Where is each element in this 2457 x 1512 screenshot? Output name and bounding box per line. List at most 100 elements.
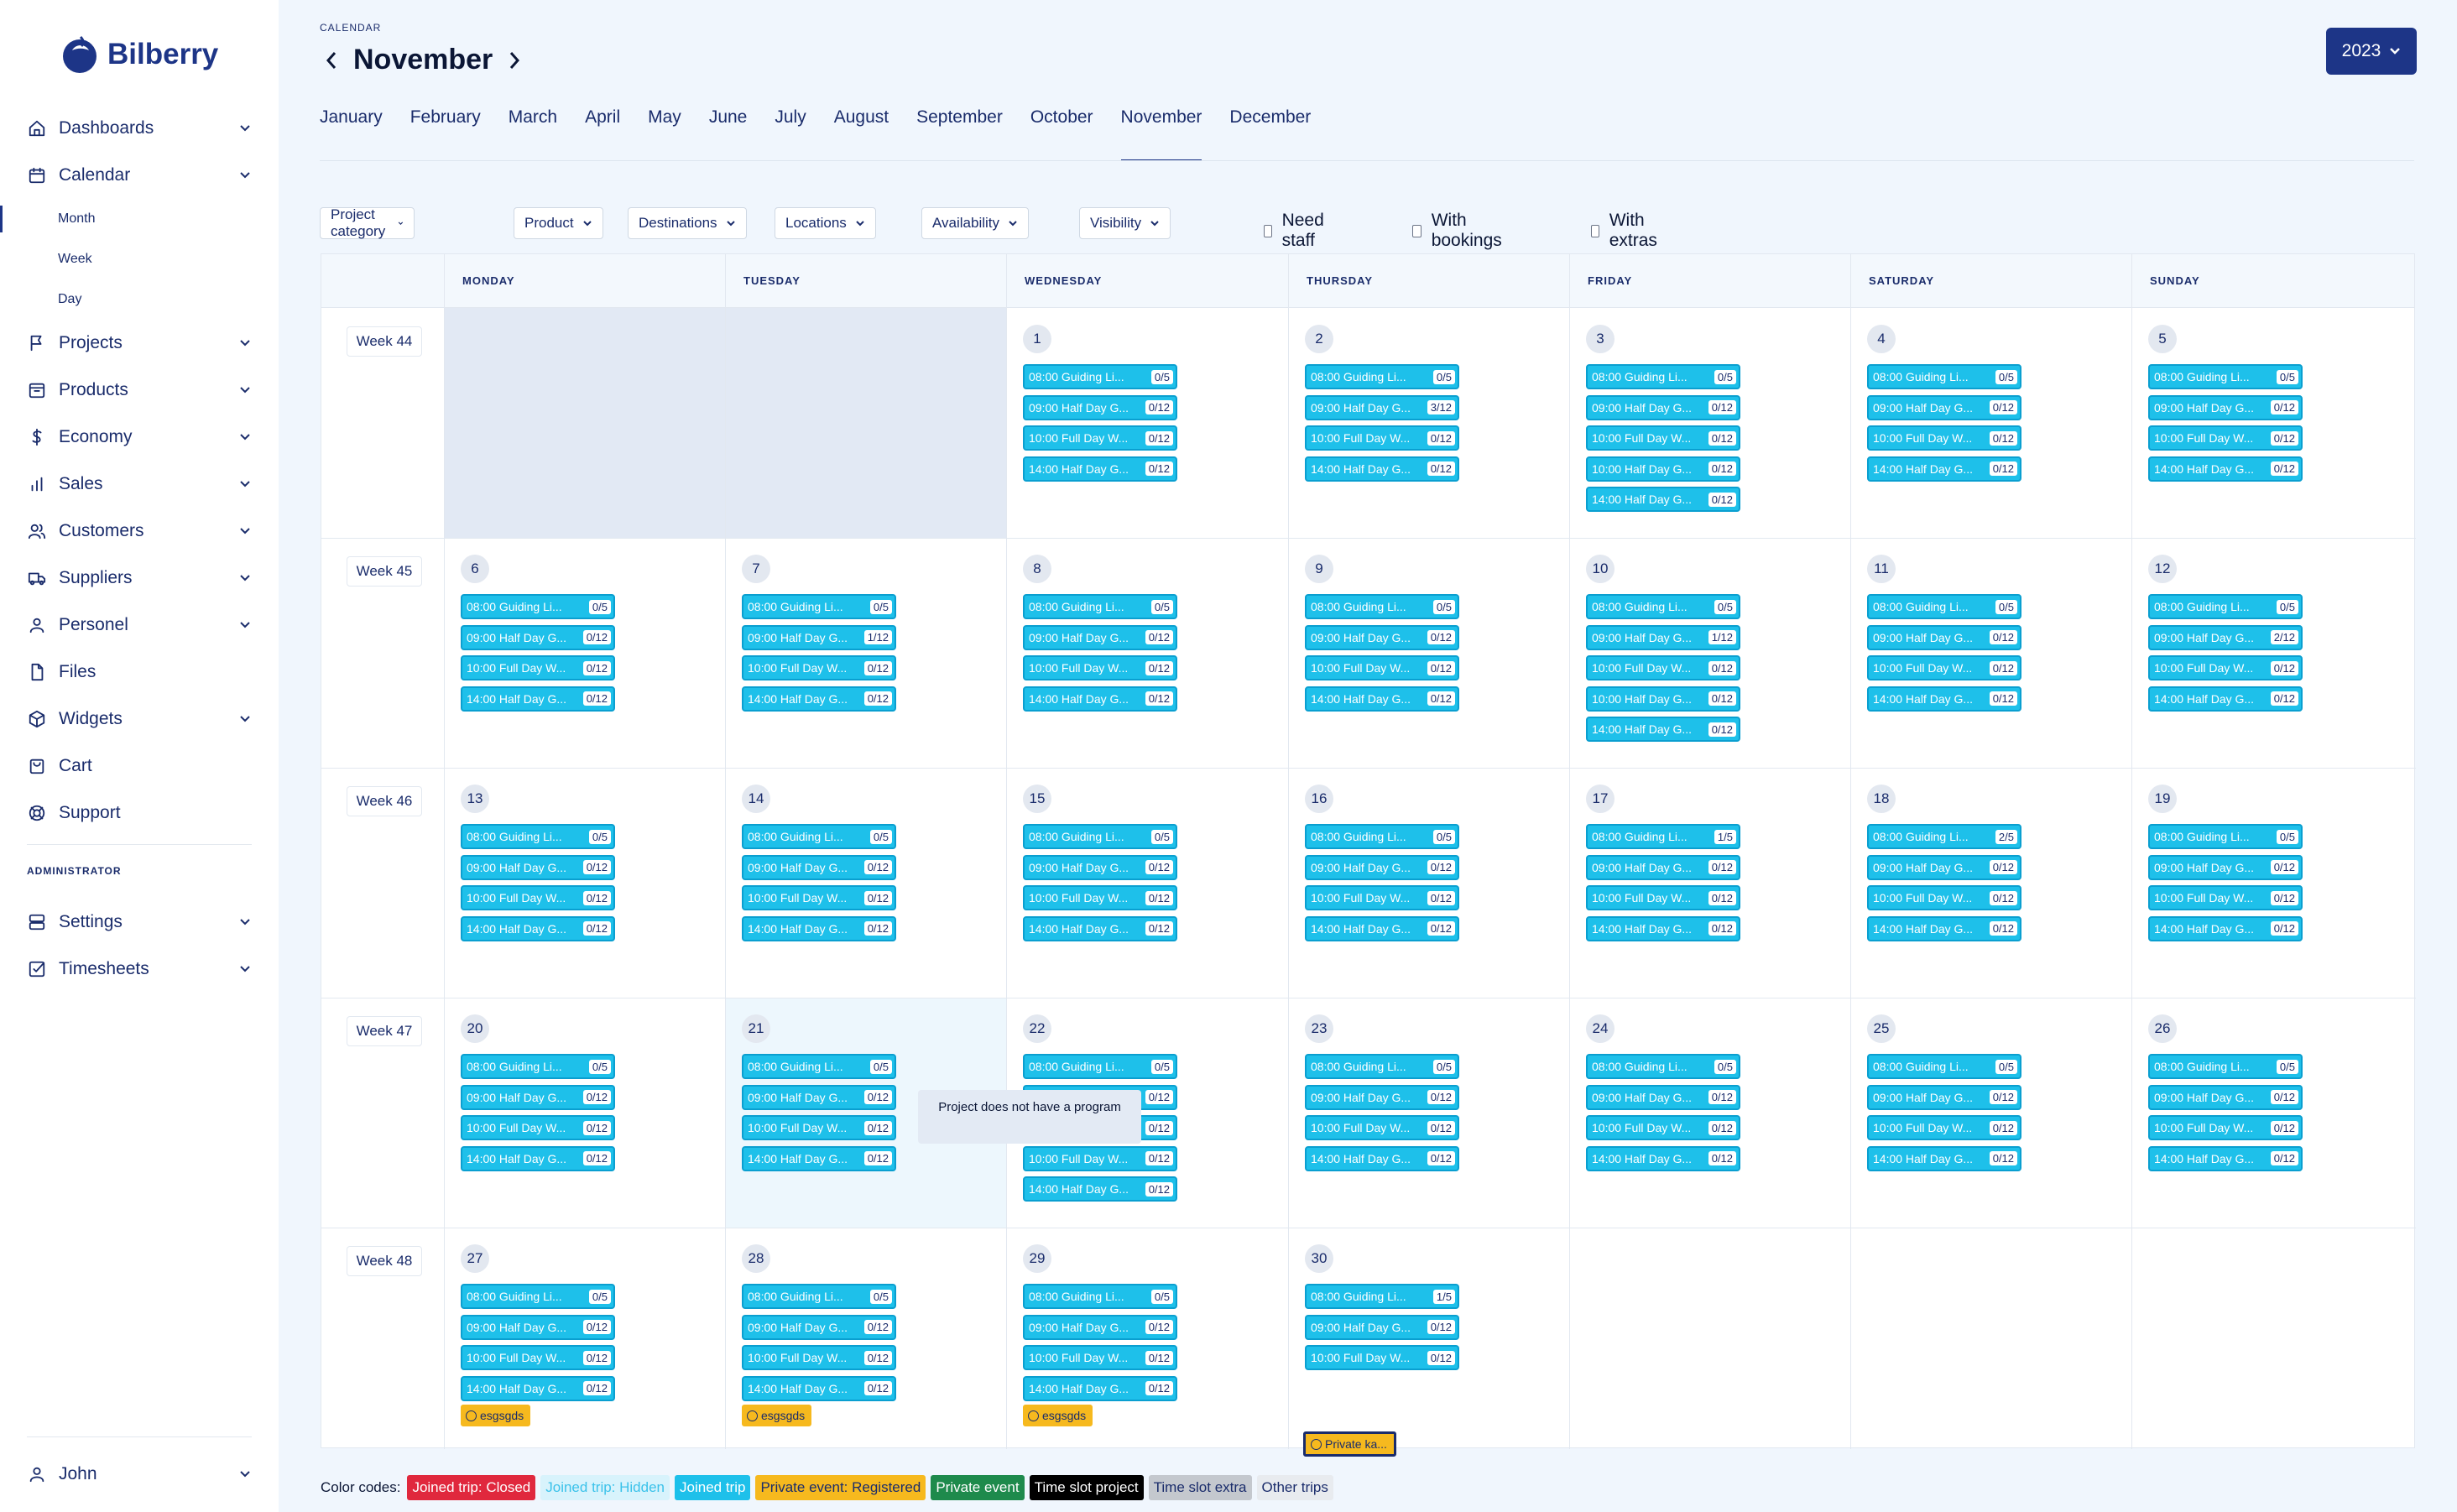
- event-chip[interactable]: 09:00 Half Day G... 0/12: [1867, 394, 2021, 420]
- event-chip[interactable]: 10:00 Full Day W... 0/12: [461, 1345, 615, 1370]
- day-number[interactable]: 13: [461, 785, 489, 813]
- event-chip[interactable]: 10:00 Full Day W... 0/12: [1305, 1115, 1459, 1140]
- event-chip[interactable]: 08:00 Guiding Li... 0/5: [1867, 364, 2021, 389]
- event-chip[interactable]: 10:00 Full Day W... 0/12: [1586, 655, 1740, 680]
- day-number[interactable]: 16: [1305, 785, 1333, 813]
- tab-april[interactable]: April: [585, 107, 620, 159]
- event-chip[interactable]: 08:00 Guiding Li... 0/5: [1586, 594, 1740, 619]
- calendar-view-week[interactable]: Week: [0, 239, 279, 279]
- day-number[interactable]: 3: [1586, 325, 1615, 353]
- event-chip[interactable]: 08:00 Guiding Li... 0/5: [461, 824, 615, 849]
- day-number[interactable]: 24: [1586, 1014, 1615, 1043]
- year-select-button[interactable]: 2023: [2326, 28, 2417, 75]
- day-number[interactable]: 21: [742, 1014, 770, 1043]
- day-cell[interactable]: 23 08:00 Guiding Li... 0/5 09:00 Half Day G…: [1288, 998, 1569, 1228]
- sidebar-item-files[interactable]: Files: [0, 649, 279, 696]
- sidebar-item-cart[interactable]: Cart: [0, 743, 279, 790]
- event-chip[interactable]: 10:00 Full Day W... 0/12: [1867, 1115, 2021, 1140]
- event-chip[interactable]: 09:00 Half Day G... 0/12: [461, 1314, 615, 1340]
- event-chip[interactable]: 14:00 Half Day G... 0/12: [1586, 1145, 1740, 1171]
- day-cell[interactable]: 27 08:00 Guiding Li... 0/5 09:00 Half Day G…: [444, 1228, 725, 1449]
- event-chip[interactable]: 09:00 Half Day G... 0/12: [1586, 394, 1740, 420]
- day-number[interactable]: 20: [461, 1014, 489, 1043]
- tab-june[interactable]: June: [709, 107, 748, 159]
- week-label[interactable]: Week 44: [347, 326, 422, 357]
- event-chip[interactable]: 14:00 Half Day G... 0/12: [1023, 1176, 1177, 1202]
- user-menu-button[interactable]: John: [0, 1451, 279, 1498]
- event-chip[interactable]: 08:00 Guiding Li... 0/5: [1023, 364, 1177, 389]
- day-cell[interactable]: 14 08:00 Guiding Li... 0/5 09:00 Half Day G…: [725, 768, 1006, 998]
- event-chip[interactable]: 14:00 Half Day G... 0/12: [461, 1375, 615, 1401]
- sidebar-item-projects[interactable]: Projects: [0, 320, 279, 367]
- event-chip[interactable]: 14:00 Half Day G... 0/12: [1023, 915, 1177, 941]
- event-chip[interactable]: 14:00 Half Day G... 0/12: [1867, 686, 2021, 712]
- day-number[interactable]: 12: [2148, 555, 2177, 583]
- event-chip[interactable]: 14:00 Half Day G... 0/12: [461, 686, 615, 712]
- day-number[interactable]: 30: [1305, 1244, 1333, 1273]
- day-cell[interactable]: 8 08:00 Guiding Li... 0/5 09:00 Half Day G.…: [1006, 538, 1288, 768]
- event-chip[interactable]: 10:00 Half Day G... 0/12: [1586, 456, 1740, 482]
- day-number[interactable]: 10: [1586, 555, 1615, 583]
- day-number[interactable]: 27: [461, 1244, 489, 1273]
- day-number[interactable]: 6: [461, 555, 489, 583]
- day-number[interactable]: 2: [1305, 325, 1333, 353]
- event-chip[interactable]: 09:00 Half Day G... 0/12: [1305, 1314, 1459, 1340]
- event-chip[interactable]: 10:00 Full Day W... 0/12: [1023, 885, 1177, 910]
- filter-visibility[interactable]: Visibility: [1079, 207, 1171, 239]
- tab-february[interactable]: February: [410, 107, 481, 159]
- day-number[interactable]: 15: [1023, 785, 1051, 813]
- day-cell[interactable]: 26 08:00 Guiding Li... 0/5 09:00 Half Day G…: [2131, 998, 2416, 1228]
- event-chip[interactable]: 08:00 Guiding Li... 0/5: [1867, 594, 2021, 619]
- calendar-view-day[interactable]: Day: [0, 279, 279, 320]
- day-cell[interactable]: 3 08:00 Guiding Li... 0/5 09:00 Half Day G.…: [1569, 308, 1850, 538]
- day-cell[interactable]: 17 08:00 Guiding Li... 1/5 09:00 Half Day G…: [1569, 768, 1850, 998]
- event-chip[interactable]: 09:00 Half Day G... 0/12: [2148, 854, 2303, 880]
- event-chip[interactable]: 10:00 Full Day W... 0/12: [1867, 425, 2021, 451]
- event-chip[interactable]: 08:00 Guiding Li... 0/5: [461, 594, 615, 619]
- day-cell[interactable]: 4 08:00 Guiding Li... 0/5 09:00 Half Day G.…: [1850, 308, 2131, 538]
- event-chip[interactable]: 08:00 Guiding Li... 0/5: [2148, 824, 2303, 849]
- day-cell[interactable]: 13 08:00 Guiding Li... 0/5 09:00 Half Day G…: [444, 768, 725, 998]
- event-chip[interactable]: 10:00 Full Day W... 0/12: [1305, 425, 1459, 451]
- event-chip[interactable]: 08:00 Guiding Li... 0/5: [2148, 1054, 2303, 1079]
- tab-october[interactable]: October: [1030, 107, 1093, 159]
- day-cell[interactable]: 15 08:00 Guiding Li... 0/5 09:00 Half Day G…: [1006, 768, 1288, 998]
- event-chip[interactable]: 10:00 Full Day W... 0/12: [742, 1115, 896, 1140]
- event-chip[interactable]: 10:00 Full Day W... 0/12: [1023, 1345, 1177, 1370]
- event-chip[interactable]: 14:00 Half Day G... 0/12: [1023, 456, 1177, 482]
- event-chip[interactable]: 10:00 Full Day W... 0/12: [461, 655, 615, 680]
- event-chip[interactable]: 14:00 Half Day G... 0/12: [1867, 915, 2021, 941]
- event-chip[interactable]: 09:00 Half Day G... 0/12: [2148, 1084, 2303, 1110]
- filter-product[interactable]: Product: [514, 207, 603, 239]
- event-chip[interactable]: 08:00 Guiding Li... 0/5: [461, 1284, 615, 1309]
- event-chip[interactable]: 09:00 Half Day G... 0/12: [1867, 624, 2021, 650]
- private-event-chip[interactable]: Private ka...: [1303, 1431, 1396, 1457]
- event-chip[interactable]: 10:00 Half Day G... 0/12: [1586, 686, 1740, 712]
- event-chip[interactable]: 09:00 Half Day G... 0/12: [742, 1314, 896, 1340]
- event-chip[interactable]: 08:00 Guiding Li... 0/5: [1305, 364, 1459, 389]
- event-chip[interactable]: 10:00 Full Day W... 0/12: [1023, 1145, 1177, 1171]
- event-chip[interactable]: 10:00 Full Day W... 0/12: [1305, 655, 1459, 680]
- prev-month-button[interactable]: [320, 48, 343, 73]
- event-chip[interactable]: 09:00 Half Day G... 0/12: [1023, 624, 1177, 650]
- event-chip[interactable]: 09:00 Half Day G... 0/12: [1586, 1084, 1740, 1110]
- week-label[interactable]: Week 45: [347, 556, 422, 587]
- tab-may[interactable]: May: [648, 107, 681, 159]
- day-cell[interactable]: 12 08:00 Guiding Li... 0/5 09:00 Half Day G…: [2131, 538, 2416, 768]
- sidebar-item-sales[interactable]: Sales: [0, 461, 279, 508]
- day-number[interactable]: 11: [1867, 555, 1896, 583]
- day-number[interactable]: 18: [1867, 785, 1896, 813]
- day-cell[interactable]: 1 08:00 Guiding Li... 0/5 09:00 Half Day G.…: [1006, 308, 1288, 538]
- checkbox-with-bookings[interactable]: With bookings: [1412, 211, 1505, 251]
- tab-december[interactable]: December: [1229, 107, 1311, 159]
- private-event-chip[interactable]: esgsgds: [1023, 1405, 1093, 1426]
- checkbox[interactable]: [1264, 224, 1272, 237]
- checkbox[interactable]: [1591, 224, 1599, 237]
- event-chip[interactable]: 10:00 Full Day W... 0/12: [1023, 655, 1177, 680]
- day-number[interactable]: 14: [742, 785, 770, 813]
- event-chip[interactable]: 09:00 Half Day G... 0/12: [1867, 854, 2021, 880]
- event-chip[interactable]: 10:00 Full Day W... 0/12: [1305, 885, 1459, 910]
- event-chip[interactable]: 14:00 Half Day G... 0/12: [2148, 915, 2303, 941]
- private-event-chip[interactable]: esgsgds: [742, 1405, 812, 1426]
- event-chip[interactable]: 14:00 Half Day G... 0/12: [742, 915, 896, 941]
